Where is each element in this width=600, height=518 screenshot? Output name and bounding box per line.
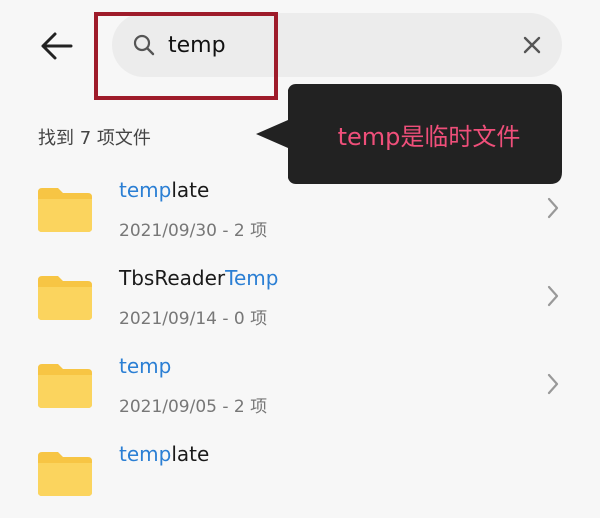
folder-icon: [38, 188, 92, 232]
search-icon: [133, 34, 155, 56]
back-button[interactable]: [36, 26, 76, 66]
chevron-right-icon: [547, 373, 559, 395]
file-name: template: [119, 178, 210, 202]
list-item[interactable]: TbsReaderTemp 2021/09/14 - 0 项: [0, 254, 600, 342]
file-list: template 2021/09/30 - 2 项 TbsReaderTemp …: [0, 166, 600, 518]
folder-icon: [38, 452, 92, 496]
search-bar: [112, 13, 562, 77]
search-input[interactable]: [168, 25, 498, 65]
folder-icon: [38, 276, 92, 320]
file-name: temp: [119, 354, 172, 378]
chevron-right-icon: [547, 197, 559, 219]
list-item[interactable]: template: [0, 430, 600, 518]
file-meta: 2021/09/05 - 2 项: [119, 397, 268, 417]
file-name: TbsReaderTemp: [119, 266, 279, 290]
file-meta: 2021/09/30 - 2 项: [119, 221, 268, 241]
chevron-right-icon: [547, 285, 559, 307]
folder-icon: [38, 364, 92, 408]
close-icon[interactable]: [520, 33, 544, 57]
file-meta: 2021/09/14 - 0 项: [119, 309, 268, 329]
back-arrow-icon: [41, 32, 73, 60]
result-count: 找到 7 项文件: [38, 128, 151, 149]
list-item[interactable]: template 2021/09/30 - 2 项: [0, 166, 600, 254]
list-item[interactable]: temp 2021/09/05 - 2 项: [0, 342, 600, 430]
file-name: template: [119, 442, 210, 466]
